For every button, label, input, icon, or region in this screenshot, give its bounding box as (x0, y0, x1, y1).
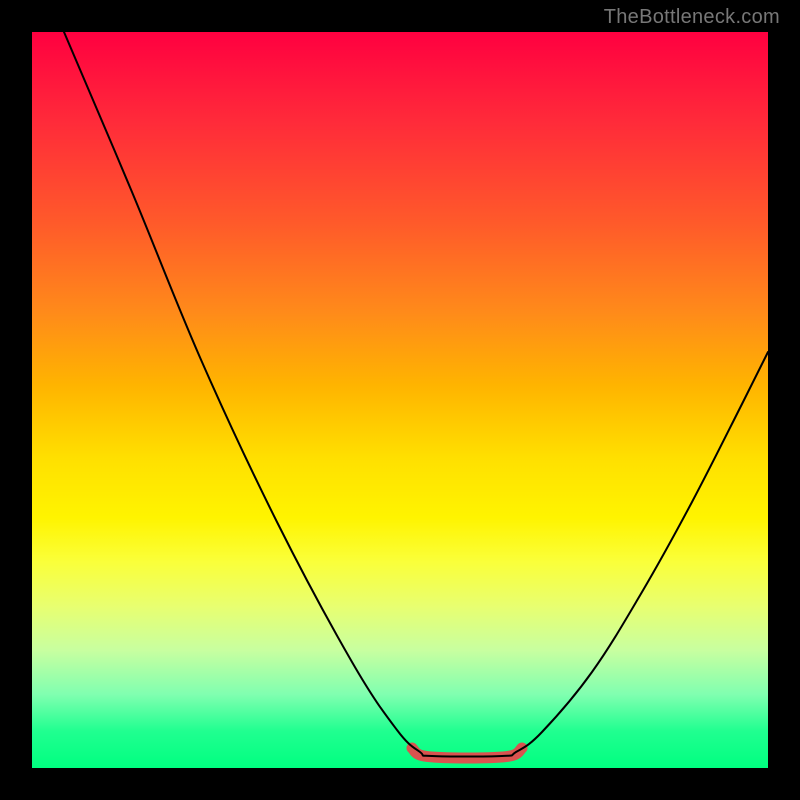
main-curve-path (64, 32, 768, 757)
plot-gradient-area (32, 32, 768, 768)
watermark-text: TheBottleneck.com (604, 6, 780, 29)
curve-svg (32, 32, 768, 768)
chart-container: TheBottleneck.com (0, 0, 800, 800)
